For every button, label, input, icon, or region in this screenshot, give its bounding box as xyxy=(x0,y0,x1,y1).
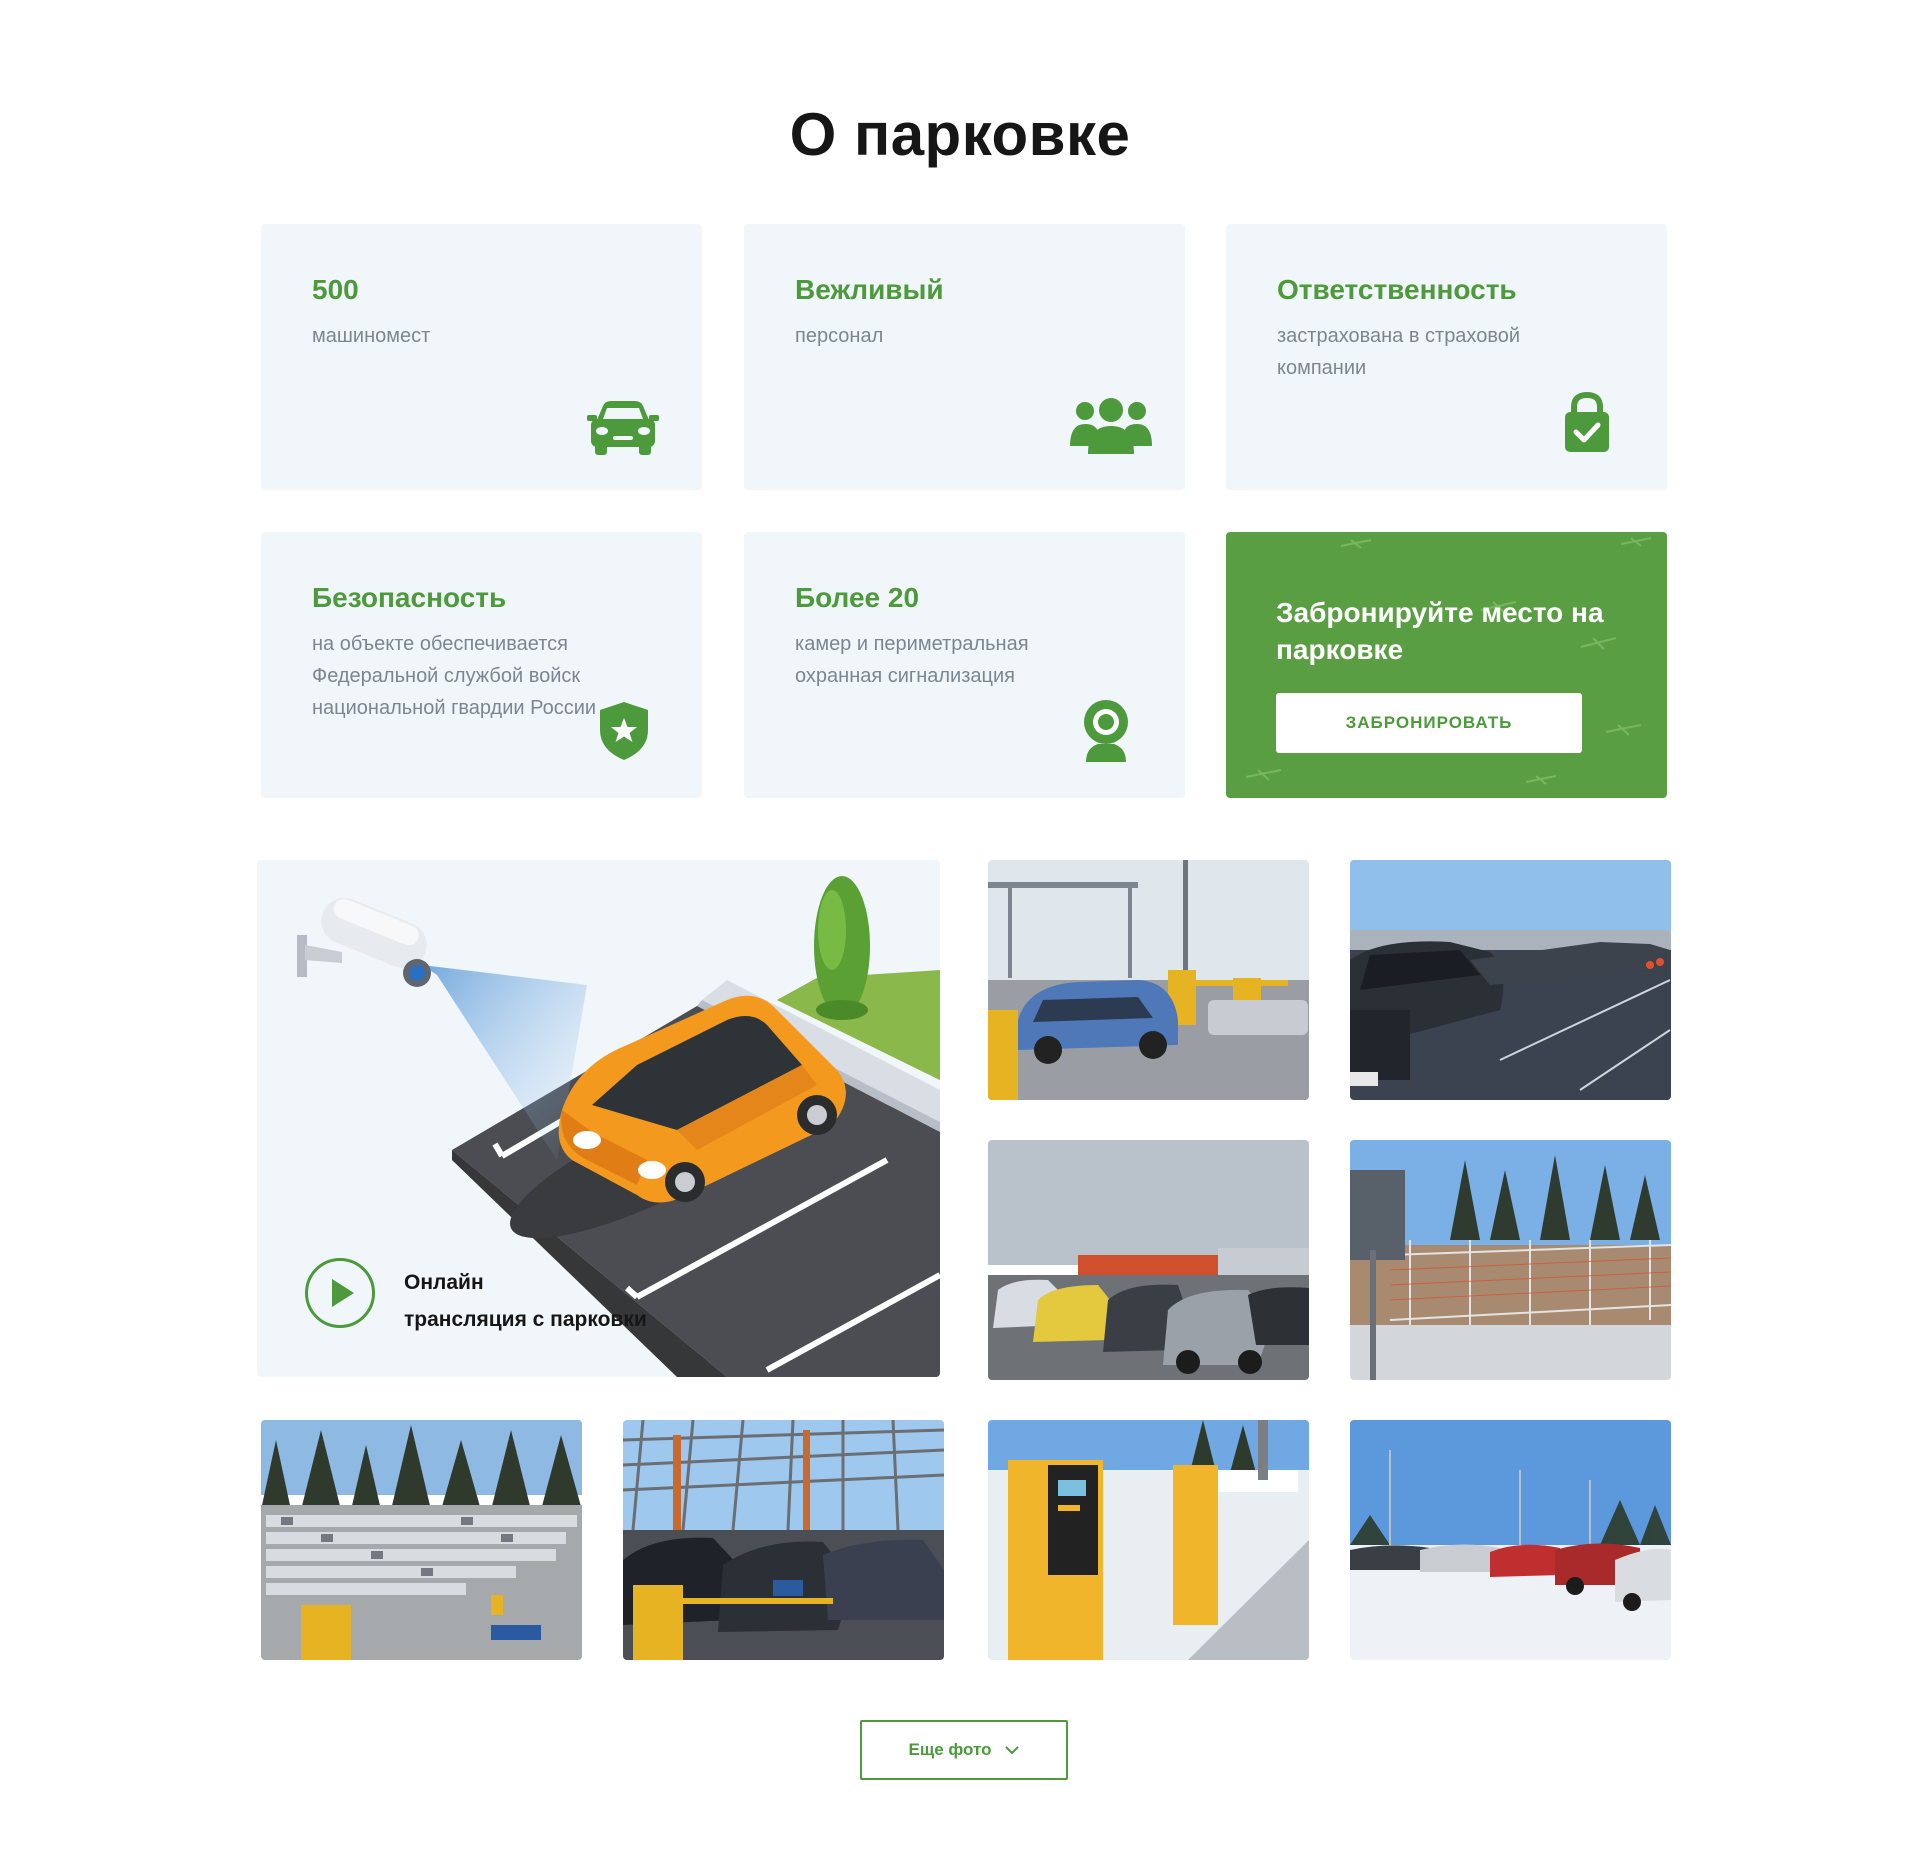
feature-number: Более 20 xyxy=(795,582,920,613)
photo-entry-barriers[interactable] xyxy=(988,860,1309,1100)
stream-label-line2: трансляция с парковки xyxy=(404,1308,647,1331)
photo-covered-parking[interactable] xyxy=(623,1420,944,1660)
photo-fence-lot[interactable] xyxy=(1350,1140,1671,1380)
photo-suv-row[interactable] xyxy=(1350,860,1671,1100)
shield-star-icon xyxy=(600,702,648,760)
feature-number: Безопасность xyxy=(312,582,507,613)
lock-check-icon xyxy=(1565,392,1609,452)
feature-card-security: Безопасность на объекте обеспечивается Ф… xyxy=(261,532,702,798)
play-icon xyxy=(332,1279,354,1307)
feature-description: застрахована в страховой компании xyxy=(1277,325,1521,379)
feature-number: Ответственность xyxy=(1277,274,1517,305)
more-photos-button[interactable]: Еще фото xyxy=(860,1720,1068,1780)
photo-terminal-lot[interactable] xyxy=(988,1140,1309,1380)
cta-heading: Забронируйте место на парковке xyxy=(1276,597,1604,665)
page-title: О парковке xyxy=(789,101,1131,168)
feature-description: камер и периметральная охранная сигнализ… xyxy=(795,633,1029,687)
feature-card-staff: Вежливый персонал xyxy=(744,224,1185,490)
stream-label: Онлайн трансляция с парковки xyxy=(404,1264,724,1338)
feature-card-insurance: Ответственность застрахована в страховой… xyxy=(1226,224,1667,490)
feature-card-spaces: 500 машиномест xyxy=(261,224,702,490)
more-photos-label: Еще фото xyxy=(908,1740,992,1759)
feature-number: Вежливый xyxy=(795,274,944,305)
play-button[interactable] xyxy=(305,1258,375,1328)
photo-snow-lot[interactable] xyxy=(1350,1420,1671,1660)
feature-description: машиномест xyxy=(312,325,431,347)
chevron-down-icon xyxy=(1005,1745,1020,1754)
feature-description: на объекте обеспечивается Федеральной сл… xyxy=(312,633,597,719)
webcam-icon xyxy=(1084,700,1128,762)
feature-description: персонал xyxy=(795,325,884,347)
car-icon xyxy=(587,401,659,455)
people-icon xyxy=(1070,398,1152,454)
online-stream-card[interactable]: Онлайн трансляция с парковки xyxy=(257,860,940,1377)
feature-number: 500 xyxy=(312,274,359,305)
photo-ticket-machines[interactable] xyxy=(988,1420,1309,1660)
book-button[interactable]: ЗАБРОНИРОВАТЬ xyxy=(1276,693,1582,753)
photo-aerial-lot[interactable] xyxy=(261,1420,582,1660)
booking-cta-card: Забронируйте место на парковке ЗАБРОНИРО… xyxy=(1226,532,1667,798)
feature-card-cameras: Более 20 камер и периметральная охранная… xyxy=(744,532,1185,798)
stream-label-line1: Онлайн xyxy=(404,1271,484,1294)
